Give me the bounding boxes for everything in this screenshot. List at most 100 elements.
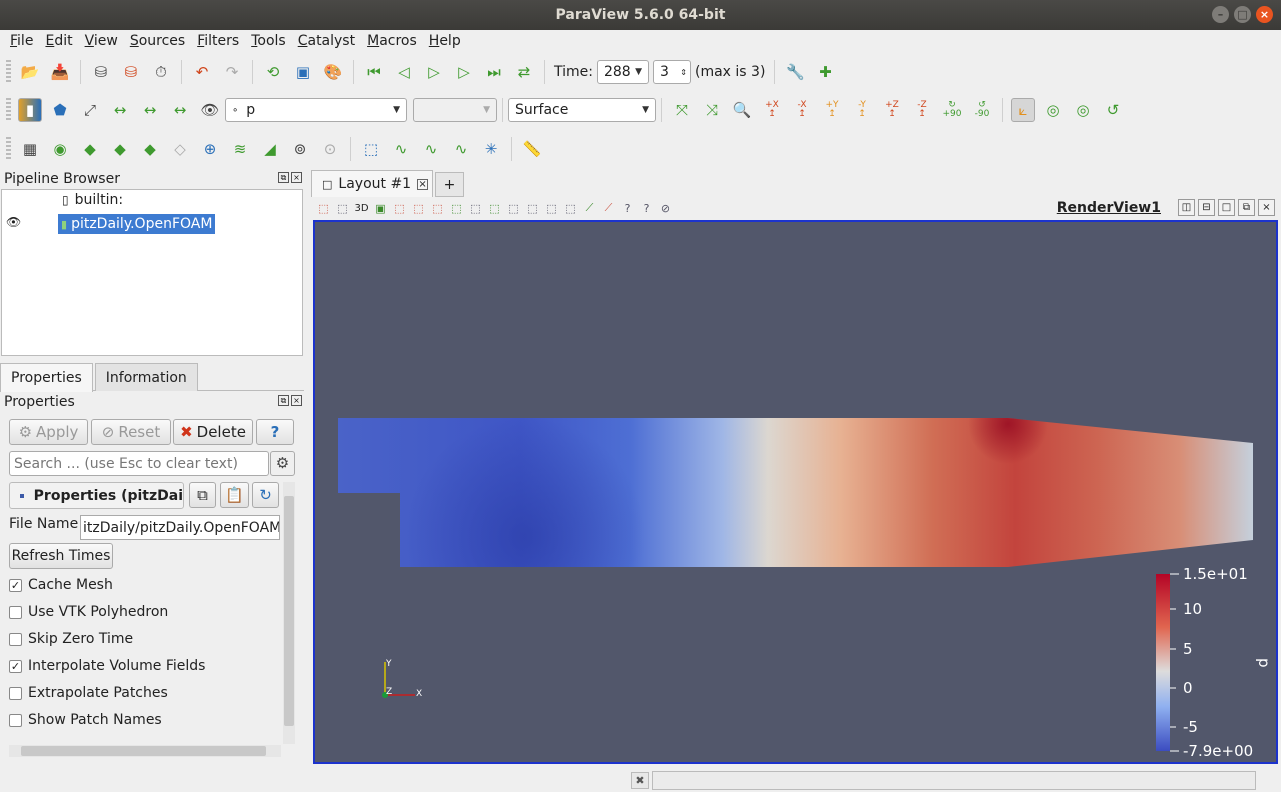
clear-status-icon[interactable]: ✖	[631, 772, 649, 789]
select-polygon-points-icon[interactable]: ⬚	[486, 200, 503, 217]
properties-search-input[interactable]: Search ... (use Esc to clear text)	[9, 451, 269, 476]
select-points-on-icon[interactable]: ⬚	[410, 200, 427, 217]
threshold-icon[interactable]: ◆	[138, 137, 162, 161]
hover-points-icon[interactable]: ⬚	[562, 200, 579, 217]
auto-apply-icon[interactable]: ⏱	[149, 60, 173, 84]
view-direction-plus-z-icon[interactable]: +Z ↥	[880, 98, 904, 122]
minimize-icon[interactable]: –	[1212, 6, 1229, 23]
plot-over-time-icon[interactable]: ∿	[389, 137, 413, 161]
grow-selection-icon[interactable]: ⟋	[581, 200, 598, 217]
reload-files-button[interactable]: ↻	[252, 482, 279, 508]
slice-icon[interactable]: ◆	[108, 137, 132, 161]
show-center-icon[interactable]: ◎	[1041, 98, 1065, 122]
play-icon[interactable]: ▷	[422, 60, 446, 84]
capture-view-icon[interactable]: ⬚	[315, 200, 332, 217]
menu-macros[interactable]: Macros	[361, 33, 423, 49]
hover-cells-icon[interactable]: ?	[619, 200, 636, 217]
plot-over-line-icon[interactable]: ∿	[419, 137, 443, 161]
copy-properties-button[interactable]: ⧉	[189, 482, 216, 508]
checkbox-box[interactable]	[9, 713, 22, 727]
palette-icon[interactable]: 🎨	[321, 60, 345, 84]
hover-points-query-icon[interactable]: ?	[638, 200, 655, 217]
reset-camera-icon[interactable]: ⟲	[261, 60, 285, 84]
view-direction-minus-x-icon[interactable]: -X ↥	[790, 98, 814, 122]
checkbox-box[interactable]: ✓	[9, 578, 22, 592]
view-direction-plus-y-icon[interactable]: +Y ↥	[820, 98, 844, 122]
menu-filters[interactable]: Filters	[191, 33, 245, 49]
select-blocks-icon[interactable]: ⬚	[505, 200, 522, 217]
view-direction-minus-z-icon[interactable]: -Z ↥	[910, 98, 934, 122]
rescale-custom-icon[interactable]: ↔	[108, 98, 132, 122]
interactive-select-cells-icon[interactable]: ⬚	[524, 200, 541, 217]
menu-sources[interactable]: Sources	[124, 33, 191, 49]
checkbox-skip-zero-time[interactable]: Skip Zero Time	[9, 631, 133, 647]
group-datasets-icon[interactable]: ⊚	[288, 137, 312, 161]
reset-button[interactable]: ⊘ Reset	[91, 419, 171, 445]
reset-center-icon[interactable]: ◎	[1071, 98, 1095, 122]
checkbox-cache-mesh[interactable]: ✓ Cache Mesh	[9, 577, 113, 593]
spin-arrows-icon[interactable]: ⇕	[680, 68, 687, 77]
view-mode-3d-button[interactable]: 3D	[353, 200, 370, 217]
close-panel-icon[interactable]: ×	[291, 172, 302, 183]
checkbox-box[interactable]	[9, 686, 22, 700]
edit-colormap-icon[interactable]: ⬟	[48, 98, 72, 122]
properties-horizontal-scrollbar[interactable]	[9, 745, 281, 757]
rescale-visible-icon[interactable]: 👁	[198, 98, 222, 122]
time-value-combo[interactable]: 288 ▼	[596, 60, 649, 84]
menu-help[interactable]: Help	[423, 33, 467, 49]
show-orientation-axes-icon[interactable]: ⟀	[1011, 98, 1035, 122]
ruler-icon[interactable]: 📏	[520, 137, 544, 161]
close-view-icon[interactable]: ×	[1258, 199, 1275, 216]
checkbox-show-patch-names[interactable]: Show Patch Names	[9, 712, 162, 728]
loop-icon[interactable]: ⇄	[512, 60, 536, 84]
tab-layout-1[interactable]: □ Layout #1 ×	[311, 170, 433, 197]
warp-vector-icon[interactable]: ◢	[258, 137, 282, 161]
pipeline-item-pitzdaily[interactable]: ▮ pitzDaily.OpenFOAM	[58, 214, 216, 234]
refresh-times-button[interactable]: Refresh Times	[9, 543, 113, 569]
float-view-icon[interactable]: ⧉	[1238, 199, 1255, 216]
camera-undo-icon[interactable]: ⬚	[334, 200, 351, 217]
select-cells-on-icon[interactable]: ⬚	[391, 200, 408, 217]
clip-icon[interactable]: ◆	[78, 137, 102, 161]
properties-vertical-scrollbar[interactable]	[283, 482, 295, 744]
redo-icon[interactable]: ↷	[220, 60, 244, 84]
delete-button[interactable]: ✖ Delete	[173, 419, 253, 445]
select-polygon-cells-icon[interactable]: ⬚	[467, 200, 484, 217]
rescale-custom-c-icon[interactable]: ↔	[138, 98, 162, 122]
time-index-spinbox[interactable]: 3 ⇕	[652, 60, 691, 84]
checkbox-use-vtk-polyhedron[interactable]: Use VTK Polyhedron	[9, 604, 168, 620]
tab-properties[interactable]: Properties	[0, 363, 93, 392]
extract-subset-icon[interactable]: ◇	[168, 137, 192, 161]
last-frame-icon[interactable]: ⏭	[482, 60, 506, 84]
save-screenshot-icon[interactable]: ▣	[291, 60, 315, 84]
properties-section-header[interactable]: Properties (pitzDai	[9, 482, 184, 509]
contour-icon[interactable]: ◉	[48, 137, 72, 161]
rotate-plus-90-icon[interactable]: ↻ +90	[940, 98, 964, 122]
maximize-view-icon[interactable]: □	[1218, 199, 1235, 216]
checkbox-extrapolate-patches[interactable]: Extrapolate Patches	[9, 685, 168, 701]
previous-frame-icon[interactable]: ◁	[392, 60, 416, 84]
view-direction-minus-y-icon[interactable]: -Y ↥	[850, 98, 874, 122]
extract-level-icon[interactable]: ⊙	[318, 137, 342, 161]
render-view-name[interactable]: RenderView1	[1057, 200, 1161, 216]
menu-file[interactable]: File	[4, 33, 39, 49]
checkbox-interpolate-volume-fields[interactable]: ✓ Interpolate Volume Fields	[9, 658, 205, 674]
extract-selection-icon[interactable]: ✳	[479, 137, 503, 161]
select-points-through-icon[interactable]: ⬚	[448, 200, 465, 217]
eye-icon[interactable]: 👁	[6, 215, 21, 229]
calculator-icon[interactable]: ▦	[18, 137, 42, 161]
first-frame-icon[interactable]: ⏮	[362, 60, 386, 84]
pick-center-icon[interactable]: ↺	[1101, 98, 1125, 122]
checkbox-box[interactable]	[9, 632, 22, 646]
color-array-combo[interactable]: ∘ p ▼	[225, 98, 407, 122]
color-legend-icon[interactable]: ▮	[18, 98, 42, 122]
plot-selection-icon[interactable]: ∿	[449, 137, 473, 161]
split-horizontal-icon[interactable]: ◫	[1178, 199, 1195, 216]
render-view[interactable]: Y X Z 1.5e+01 10 5 0 -5 -7.9e+00 p	[313, 220, 1278, 764]
scroll-thumb[interactable]	[284, 496, 294, 726]
view-direction-plus-x-icon[interactable]: +X ↥	[760, 98, 784, 122]
interactive-select-points-icon[interactable]: ⬚	[543, 200, 560, 217]
checkbox-box[interactable]	[9, 605, 22, 619]
shrink-selection-icon[interactable]: ⟋	[600, 200, 617, 217]
scroll-thumb[interactable]	[21, 746, 266, 756]
